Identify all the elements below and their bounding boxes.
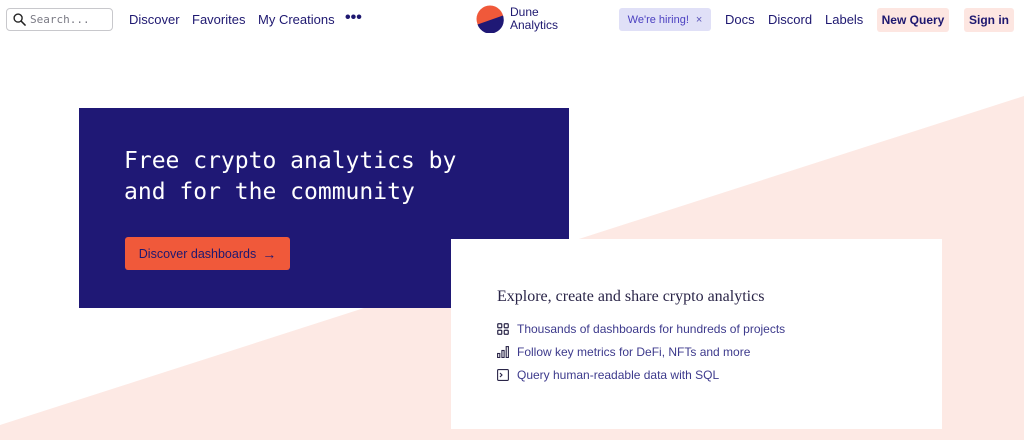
discover-dashboards-button[interactable]: Discover dashboards → — [125, 237, 290, 270]
more-menu-icon[interactable]: ••• — [345, 9, 362, 27]
nav-link-labels[interactable]: Labels — [825, 12, 863, 27]
dune-logo-icon — [476, 5, 504, 33]
dune-logo[interactable]: Dune Analytics — [476, 5, 558, 33]
hiring-label: We're hiring! — [627, 13, 689, 26]
grid-icon — [497, 323, 509, 335]
bar-chart-icon — [497, 346, 509, 358]
hero-title-line1: Free crypto analytics by — [124, 148, 457, 174]
search-input[interactable] — [30, 13, 110, 26]
feature-text: Thousands of dashboards for hundreds of … — [517, 322, 786, 336]
search-icon — [13, 13, 26, 26]
terminal-icon — [497, 369, 509, 381]
hiring-banner[interactable]: We're hiring! × — [619, 8, 711, 31]
search-box[interactable] — [6, 8, 113, 31]
hero-title: Free crypto analytics by and for the com… — [124, 146, 504, 208]
cta-label: Discover dashboards — [138, 246, 257, 261]
feature-item: Query human-readable data with SQL — [497, 368, 719, 382]
card-heading: Explore, create and share crypto analyti… — [497, 288, 765, 305]
top-navigation: Discover Favorites My Creations ••• Dune… — [0, 0, 1024, 40]
arrow-right-icon: → — [262, 245, 277, 262]
sign-in-button[interactable]: Sign in — [964, 8, 1014, 32]
feature-item: Follow key metrics for DeFi, NFTs and mo… — [497, 345, 750, 359]
nav-link-discord[interactable]: Discord — [768, 12, 812, 27]
feature-text: Follow key metrics for DeFi, NFTs and mo… — [517, 345, 751, 359]
feature-text: Query human-readable data with SQL — [517, 368, 720, 382]
close-icon[interactable]: × — [696, 14, 702, 26]
feature-card: Explore, create and share crypto analyti… — [451, 239, 942, 429]
feature-item: Thousands of dashboards for hundreds of … — [497, 322, 785, 336]
nav-link-discover[interactable]: Discover — [129, 12, 180, 27]
nav-link-docs[interactable]: Docs — [725, 12, 755, 27]
nav-link-favorites[interactable]: Favorites — [192, 12, 245, 27]
new-query-button[interactable]: New Query — [877, 8, 949, 32]
nav-link-my-creations[interactable]: My Creations — [258, 12, 335, 27]
hero-title-line2: and for the community — [124, 179, 415, 205]
logo-text-analytics: Analytics — [510, 18, 559, 32]
